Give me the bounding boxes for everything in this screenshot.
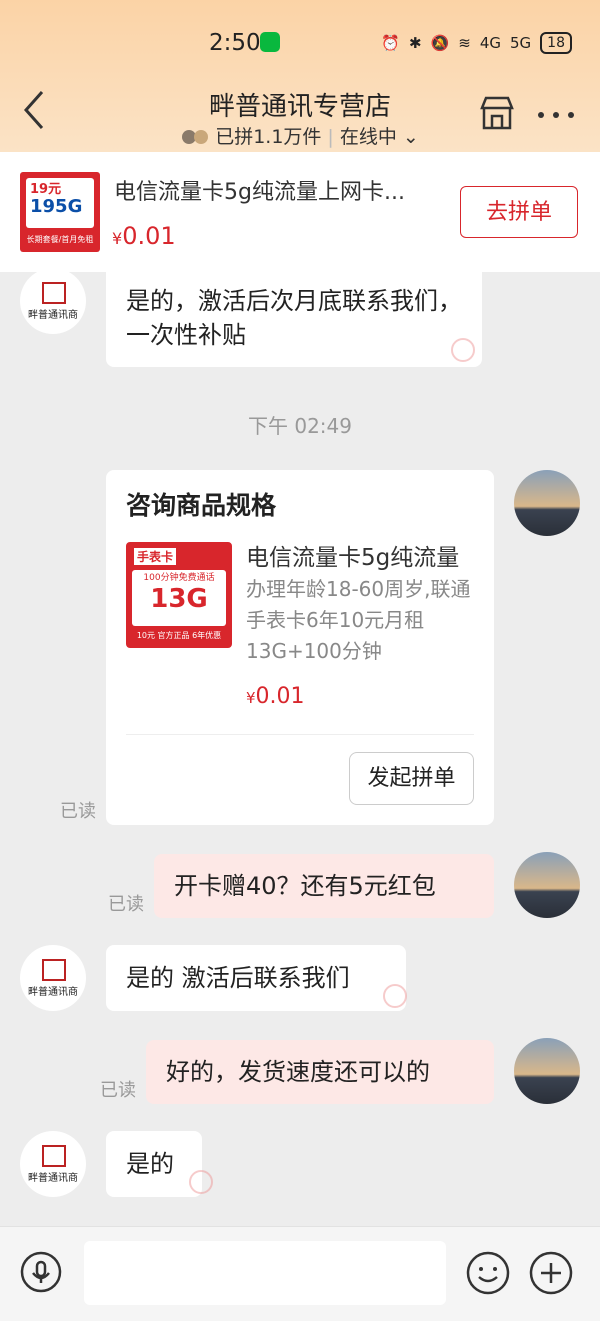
card-thumb-line: 100分钟免费通话 (143, 573, 215, 583)
message-text: 开卡赠40？还有5元红包 (174, 872, 436, 900)
pin-watermark-icon (451, 338, 475, 362)
battery-icon: 18 (540, 32, 572, 54)
more-icon[interactable] (536, 110, 576, 120)
card-title: 咨询商品规格 (126, 491, 277, 520)
alarm-icon: ⏰ (381, 34, 400, 52)
message-bubble: 是的，激活后次月底联系我们，一次性补贴 (106, 272, 482, 367)
message-bubble: 是的 激活后联系我们 (106, 945, 407, 1011)
card-thumb-tag: 手表卡 (134, 548, 177, 565)
status-time: 2:50 (209, 30, 261, 56)
product-thumbnail[interactable]: 19元 195G 长期套餐/首月免租 (20, 172, 100, 252)
store-icon[interactable] (478, 94, 516, 132)
pin-watermark-icon (383, 984, 407, 1008)
shop-avatar[interactable]: 畔普通讯商 (20, 1131, 86, 1197)
bluetooth-icon: ✱ (408, 34, 422, 52)
card-thumb-big: 13G (150, 584, 208, 614)
online-status[interactable]: 在线中 (340, 126, 397, 148)
card-product-name: 电信流量卡5g纯流量 (246, 545, 460, 571)
status-bar: 2:50 ⏰ ✱ 🔕 ≋ 4G 5G 18 (0, 28, 600, 62)
product-price: ¥0.01 (112, 222, 176, 250)
sales-count: 已拼1.1万件 (215, 126, 322, 148)
mute-icon: 🔕 (430, 34, 450, 52)
message-text: 是的 (126, 1150, 174, 1178)
message-text: 是的 激活后联系我们 (126, 964, 350, 992)
message-input[interactable] (84, 1241, 446, 1305)
card-product-desc: 办理年龄18-60周岁,联通手表卡6年10元月租13G+100分钟 (246, 577, 471, 663)
network-5g: 5G (510, 34, 532, 52)
shop-avatar[interactable]: 畔普通讯商 (20, 268, 86, 334)
message-text: 是的，激活后次月底联系我们，一次性补贴 (126, 287, 462, 349)
product-title[interactable]: 电信流量卡5g纯流量上网卡... (114, 174, 444, 206)
shop-avatar[interactable]: 畔普通讯商 (20, 945, 86, 1011)
user-avatar[interactable] (514, 470, 580, 536)
wechat-icon (260, 32, 280, 52)
wifi-icon: ≋ (458, 34, 471, 52)
chat-timestamp: 下午 02:49 (248, 414, 352, 438)
mic-icon[interactable] (20, 1251, 62, 1293)
buyer-avatars-icon (182, 130, 209, 144)
network-4g: 4G (479, 34, 501, 52)
message-bubble: 开卡赠40？还有5元红包 (154, 854, 494, 918)
card-price: ¥0.01 (246, 684, 305, 709)
thumb-foot-text: 长期套餐/首月免租 (26, 235, 94, 244)
status-icons: ⏰ ✱ 🔕 ≋ 4G 5G 18 (381, 32, 572, 54)
read-receipt: 已读 (100, 1080, 136, 1101)
read-receipt: 已读 (108, 894, 144, 915)
product-bar[interactable]: 19元 195G 长期套餐/首月免租 电信流量卡5g纯流量上网卡... ¥0.0… (0, 152, 600, 272)
card-thumb-foot: 10元 官方正品 6年优惠 (136, 631, 222, 640)
go-group-buy-button[interactable]: 去拼单 (460, 186, 578, 238)
product-inquiry-card[interactable]: 咨询商品规格 手表卡 100分钟免费通话 13G 10元 官方正品 6年优惠 电… (106, 470, 494, 825)
card-thumbnail[interactable]: 手表卡 100分钟免费通话 13G 10元 官方正品 6年优惠 (126, 542, 232, 648)
message-text: 好的，发货速度还可以的 (166, 1058, 430, 1086)
emoji-icon[interactable] (466, 1251, 510, 1295)
header-bar: 2:50 ⏰ ✱ 🔕 ≋ 4G 5G 18 畔普通讯专营店 已拼1.1万件 | 在线… (0, 0, 600, 152)
plus-icon[interactable] (529, 1251, 573, 1295)
read-receipt: 已读 (60, 801, 96, 822)
chevron-down-icon[interactable]: ⌄ (397, 126, 419, 148)
thumb-price-tag: 19元 (30, 182, 62, 197)
message-bubble: 是的 (106, 1131, 213, 1197)
card-divider (126, 734, 474, 735)
message-bubble: 好的，发货速度还可以的 (146, 1040, 494, 1104)
user-avatar[interactable] (514, 1038, 580, 1104)
start-group-buy-button[interactable]: 发起拼单 (349, 752, 474, 805)
pin-watermark-icon (189, 1170, 213, 1194)
user-avatar[interactable] (514, 852, 580, 918)
thumb-big-text: 195G (30, 196, 83, 217)
input-bar (0, 1226, 600, 1321)
